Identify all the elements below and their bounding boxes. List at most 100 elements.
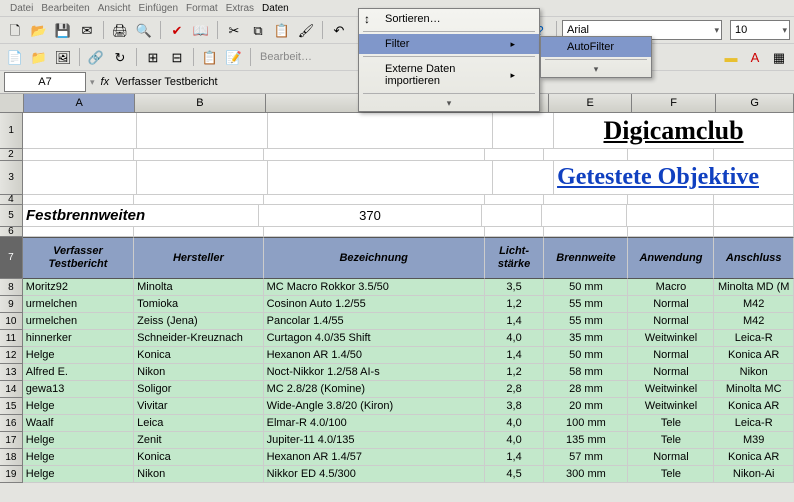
cell-brenn[interactable]: 300 mm xyxy=(544,466,628,483)
cell-hersteller[interactable]: Nikon xyxy=(134,466,263,483)
cell-ansch[interactable]: Konica AR xyxy=(714,347,794,364)
row-header[interactable]: 5 xyxy=(0,205,23,227)
cell[interactable] xyxy=(544,195,628,205)
cell-licht[interactable]: 4,5 xyxy=(485,466,545,483)
cell-licht[interactable]: 4,0 xyxy=(485,415,545,432)
col-header-E[interactable]: E xyxy=(549,94,631,112)
cell-bezeichnung[interactable]: Hexanon AR 1.4/57 xyxy=(264,449,485,466)
cell-brenn[interactable]: 20 mm xyxy=(544,398,628,415)
cell[interactable] xyxy=(714,149,794,161)
hdr-anschluss[interactable]: Anschluss xyxy=(714,237,794,279)
cell[interactable] xyxy=(264,227,485,237)
menu-autofilter[interactable]: AutoFilter xyxy=(541,37,651,57)
row-header[interactable]: 1 xyxy=(0,113,23,149)
cell[interactable] xyxy=(23,113,136,149)
cell-anw[interactable]: Tele xyxy=(628,432,714,449)
cell-anw[interactable]: Normal xyxy=(628,313,714,330)
cell-ansch[interactable]: M39 xyxy=(714,432,794,449)
tb2-icon-3[interactable]: 🖼 xyxy=(52,46,74,68)
section-title[interactable]: Festbrennweiten xyxy=(23,205,259,227)
cell-verfasser[interactable]: Helge xyxy=(23,466,134,483)
hdr-licht[interactable]: Licht-stärke xyxy=(485,237,545,279)
cell-ansch[interactable]: Leica-R xyxy=(714,330,794,347)
border-icon[interactable]: ▦ xyxy=(768,46,790,68)
cell-licht[interactable]: 4,0 xyxy=(485,432,545,449)
cell-verfasser[interactable]: Helge xyxy=(23,449,134,466)
cell-hersteller[interactable]: Minolta xyxy=(134,279,263,296)
cell-hersteller[interactable]: Konica xyxy=(134,347,263,364)
row-header[interactable]: 7 xyxy=(0,237,23,279)
row-header[interactable]: 19 xyxy=(0,466,23,483)
cell-bezeichnung[interactable]: MC Macro Rokkor 3.5/50 xyxy=(264,279,485,296)
cell-anw[interactable]: Tele xyxy=(628,415,714,432)
cell-hersteller[interactable]: Nikon xyxy=(134,364,263,381)
cell-bezeichnung[interactable]: Pancolar 1.4/55 xyxy=(264,313,485,330)
cell-verfasser[interactable]: Waalf xyxy=(23,415,134,432)
tb2-icon-6[interactable]: ⊞ xyxy=(142,46,164,68)
cell[interactable] xyxy=(134,227,263,237)
cell-brenn[interactable]: 50 mm xyxy=(544,347,628,364)
tb2-icon-1[interactable]: 📄 xyxy=(4,46,26,68)
hdr-anwendung[interactable]: Anwendung xyxy=(628,237,714,279)
cell-licht[interactable]: 4,0 xyxy=(485,330,545,347)
cell-ansch[interactable]: M42 xyxy=(714,313,794,330)
tb2-icon-9[interactable]: 📝 xyxy=(223,46,245,68)
cell-licht[interactable]: 1,4 xyxy=(485,313,545,330)
cell[interactable] xyxy=(493,161,554,195)
col-header-F[interactable]: F xyxy=(632,94,716,112)
cell[interactable] xyxy=(493,113,554,149)
spellcheck-icon[interactable]: ✔ xyxy=(166,19,188,41)
cell[interactable] xyxy=(23,227,134,237)
cell-licht[interactable]: 2,8 xyxy=(485,381,545,398)
cell-hersteller[interactable]: Schneider-Kreuznach xyxy=(134,330,263,347)
tb2-icon-2[interactable]: 📁 xyxy=(28,46,50,68)
cell[interactable] xyxy=(485,195,545,205)
menu-import[interactable]: Externe Daten importieren▸ xyxy=(359,59,539,91)
tb2-icon-5[interactable]: ↻ xyxy=(109,46,131,68)
cell-brenn[interactable]: 55 mm xyxy=(544,296,628,313)
menu-bearbeiten[interactable]: Bearbeiten xyxy=(41,3,89,14)
cell[interactable] xyxy=(268,161,493,195)
tb2-icon-8[interactable]: 📋 xyxy=(199,46,221,68)
cell-bezeichnung[interactable]: Cosinon Auto 1.2/55 xyxy=(264,296,485,313)
cell-hersteller[interactable]: Soligor xyxy=(134,381,263,398)
cell[interactable] xyxy=(628,195,714,205)
cell-licht[interactable]: 1,2 xyxy=(485,296,545,313)
cell-verfasser[interactable]: urmelchen xyxy=(23,313,134,330)
cell-brenn[interactable]: 28 mm xyxy=(544,381,628,398)
row-header[interactable]: 17 xyxy=(0,432,23,449)
cell-anw[interactable]: Normal xyxy=(628,449,714,466)
row-header[interactable]: 16 xyxy=(0,415,23,432)
cell[interactable] xyxy=(137,161,269,195)
cell-verfasser[interactable]: urmelchen xyxy=(23,296,134,313)
cell[interactable] xyxy=(628,227,714,237)
cell-anw[interactable]: Normal xyxy=(628,347,714,364)
row-header[interactable]: 4 xyxy=(0,195,23,205)
cell-hersteller[interactable]: Zenit xyxy=(134,432,263,449)
menu-expand-icon[interactable]: ▾ xyxy=(359,96,539,111)
row-header[interactable]: 9 xyxy=(0,296,23,313)
menu-ansicht[interactable]: Ansicht xyxy=(98,3,131,14)
print-icon[interactable]: 🖨 xyxy=(109,19,131,41)
cell-ansch[interactable]: Konica AR xyxy=(714,449,794,466)
cell-reference-box[interactable]: A7 xyxy=(4,72,86,92)
cell-anw[interactable]: Weitwinkel xyxy=(628,381,714,398)
menu-daten[interactable]: Daten xyxy=(262,3,289,14)
cell-bezeichnung[interactable]: MC 2.8/28 (Komine) xyxy=(264,381,485,398)
menu-einfuegen[interactable]: Einfügen xyxy=(139,3,178,14)
row-header[interactable]: 18 xyxy=(0,449,23,466)
cell-bezeichnung[interactable]: Wide-Angle 3.8/20 (Kiron) xyxy=(264,398,485,415)
cell-ansch[interactable]: Minolta MD (M xyxy=(714,279,794,296)
title-digicamclub[interactable]: Digicamclub xyxy=(554,113,794,149)
cell[interactable] xyxy=(23,195,134,205)
cell[interactable] xyxy=(23,149,134,161)
cell-licht[interactable]: 1,2 xyxy=(485,364,545,381)
cell[interactable] xyxy=(542,205,627,227)
cell-anw[interactable]: Weitwinkel xyxy=(628,330,714,347)
cell[interactable] xyxy=(485,227,545,237)
cell-ansch[interactable]: Minolta MC xyxy=(714,381,794,398)
tb2-icon-7[interactable]: ⊟ xyxy=(166,46,188,68)
cell-brenn[interactable]: 100 mm xyxy=(544,415,628,432)
tb2-icon-4[interactable]: 🔗 xyxy=(85,46,107,68)
fontsize-combo[interactable]: 10 xyxy=(730,20,790,40)
